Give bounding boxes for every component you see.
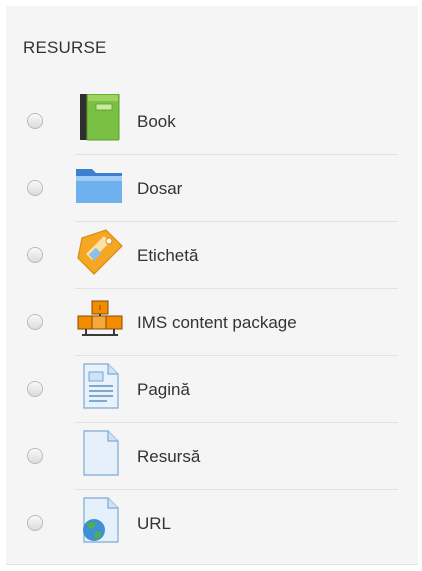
label-folder: Dosar [137,179,183,198]
radio-button-folder[interactable] [27,180,43,196]
resource-option-folder[interactable]: Dosar [6,155,418,222]
label-page: Pagină [137,380,190,399]
radio-button-url[interactable] [27,515,43,531]
resources-panel: RESURSE Book Dosar Etichetă IMS content … [6,6,418,565]
radio-button-page[interactable] [27,381,43,397]
resource-option-label[interactable]: Etichetă [6,222,418,289]
ims-package-icon [76,295,124,343]
label-tag-icon [76,228,124,276]
resource-option-url[interactable]: URL [6,490,418,557]
radio-button-label[interactable] [27,247,43,263]
label-ims-package: IMS content package [137,313,297,332]
url-globe-icon [76,496,124,544]
folder-icon [76,161,124,209]
radio-button-ims-package[interactable] [27,314,43,330]
resource-option-page[interactable]: Pagină [6,356,418,423]
radio-button-file[interactable] [27,448,43,464]
label-label: Etichetă [137,246,199,265]
resource-option-book[interactable]: Book [6,88,418,155]
section-title: RESURSE [23,38,107,57]
book-icon [76,93,124,142]
label-book: Book [137,112,176,131]
file-resource-icon [76,429,124,477]
resource-option-file[interactable]: Resursă [6,423,418,490]
label-url: URL [137,514,172,533]
resource-option-ims-package[interactable]: IMS content package [6,289,418,356]
page-icon [76,362,124,410]
label-file: Resursă [137,447,201,466]
radio-button-book[interactable] [27,113,43,129]
